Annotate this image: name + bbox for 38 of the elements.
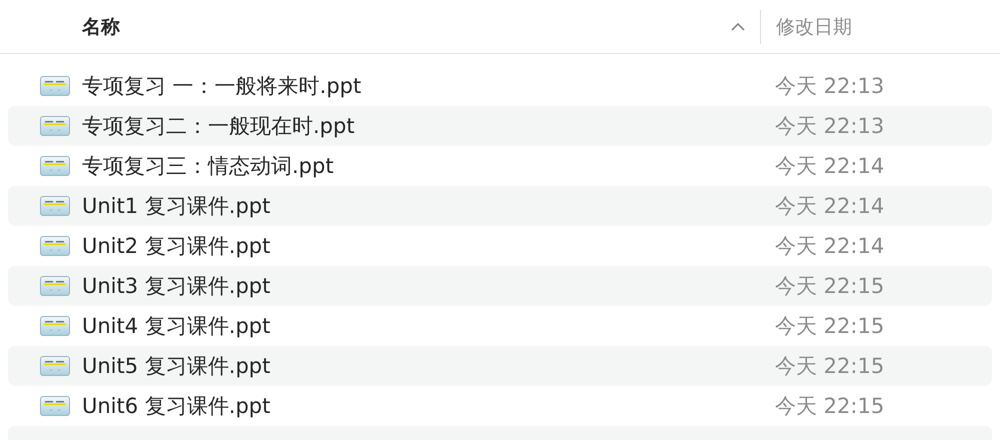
file-name: Unit4 复习课件.ppt bbox=[82, 313, 270, 340]
modified-date: 今天 22:15 bbox=[774, 353, 884, 380]
modified-date: 今天 22:13 bbox=[774, 113, 884, 140]
file-name: 专项复习 一：一般将来时.ppt bbox=[82, 73, 362, 100]
slideshow-file-icon bbox=[40, 356, 70, 376]
file-name: 专项复习二：一般现在时.ppt bbox=[82, 113, 355, 140]
file-row[interactable]: Unit2 复习课件.ppt 今天 22:14 bbox=[8, 226, 992, 266]
file-name: Unit5 复习课件.ppt bbox=[82, 353, 270, 380]
file-name: Unit3 复习课件.ppt bbox=[82, 273, 270, 300]
modified-date: 今天 22:14 bbox=[774, 193, 884, 220]
modified-date: 今天 22:14 bbox=[774, 153, 884, 180]
file-row[interactable]: Unit1 复习课件.ppt 今天 22:14 bbox=[8, 186, 992, 226]
modified-date: 今天 22:14 bbox=[774, 233, 884, 260]
slideshow-file-icon bbox=[40, 76, 70, 96]
column-heading[interactable]: 名称 bbox=[82, 14, 120, 40]
file-row[interactable]: Unit4 复习课件.ppt 今天 22:15 bbox=[8, 306, 992, 346]
slideshow-file-icon bbox=[40, 116, 70, 136]
modified-date: 今天 22:15 bbox=[774, 273, 884, 300]
slideshow-file-icon bbox=[40, 196, 70, 216]
file-name: 专项复习三：情态动词.ppt bbox=[82, 153, 334, 180]
slideshow-file-icon bbox=[40, 236, 70, 256]
file-name: Unit1 复习课件.ppt bbox=[82, 193, 270, 220]
slideshow-file-icon bbox=[40, 396, 70, 416]
file-name: Unit2 复习课件.ppt bbox=[82, 233, 270, 260]
file-row[interactable]: Unit3 复习课件.ppt 今天 22:15 bbox=[8, 266, 992, 306]
modified-date: 今天 22:15 bbox=[774, 393, 884, 420]
file-row[interactable]: 专项复习二：一般现在时.ppt 今天 22:13 bbox=[8, 106, 992, 146]
file-row[interactable]: 专项复习 一：一般将来时.ppt 今天 22:13 bbox=[8, 66, 992, 106]
sort-chevron-icon[interactable] bbox=[730, 22, 746, 32]
slideshow-file-icon bbox=[40, 156, 70, 176]
file-name: Unit6 复习课件.ppt bbox=[82, 393, 270, 420]
slideshow-file-icon bbox=[40, 316, 70, 336]
file-row[interactable]: Unit6 复习课件.ppt 今天 22:15 bbox=[8, 386, 992, 426]
file-row[interactable]: 专项复习三：情态动词.ppt 今天 22:14 bbox=[8, 146, 992, 186]
file-row[interactable]: Unit5 复习课件.ppt 今天 22:15 bbox=[8, 346, 992, 386]
slideshow-file-icon bbox=[40, 276, 70, 296]
modified-date: 今天 22:13 bbox=[774, 73, 884, 100]
modified-date: 今天 22:15 bbox=[774, 313, 884, 340]
